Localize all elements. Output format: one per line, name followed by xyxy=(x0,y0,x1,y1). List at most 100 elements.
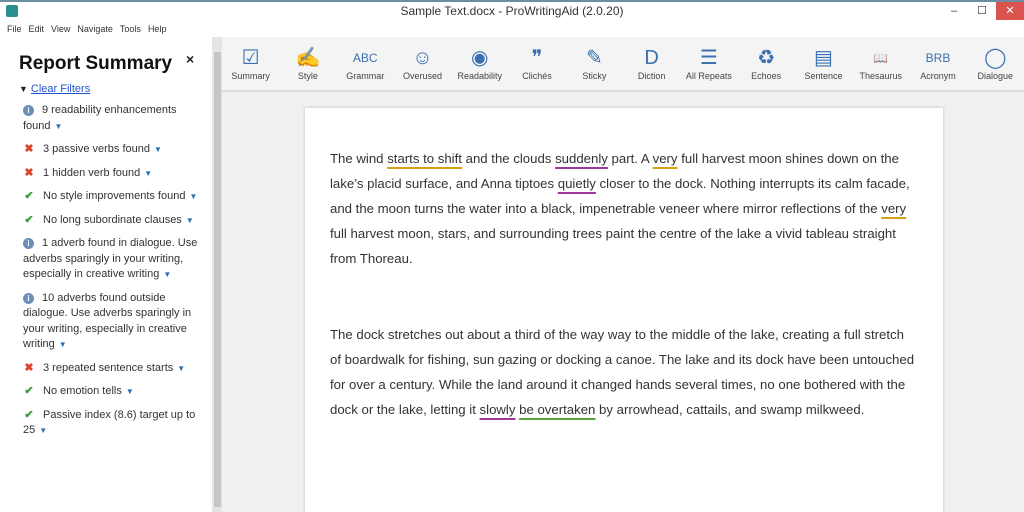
expand-caret-icon[interactable]: ▼ xyxy=(144,169,152,178)
all-repeats-icon: ☰ xyxy=(699,47,718,69)
tool-label: Sentence xyxy=(804,71,843,81)
tool-label: Echoes xyxy=(751,71,782,81)
text-run: by arrowhead, cattails, and swamp milkwe… xyxy=(595,402,865,417)
diction-icon: D xyxy=(644,47,659,69)
tool-acronym[interactable]: BRB Acronym xyxy=(909,37,966,90)
toolbar: ☑ Summary ✍ Style ABC Grammar ☺ Overused ◉ Readab… xyxy=(222,37,1024,92)
text-run: The wind xyxy=(330,151,388,166)
style-icon: ✍ xyxy=(295,47,321,69)
summary-item[interactable]: ✔ No style improvements found ▼ xyxy=(23,189,203,205)
highlighted-issue[interactable]: very xyxy=(881,201,906,216)
sentence-icon: ▤ xyxy=(814,47,833,69)
menu-file[interactable]: File xyxy=(7,24,22,34)
highlighted-issue[interactable]: suddenly xyxy=(555,151,608,166)
menu-edit[interactable]: Edit xyxy=(29,24,45,34)
highlighted-issue[interactable]: quietly xyxy=(558,176,596,191)
menu-navigate[interactable]: Navigate xyxy=(77,24,113,34)
summary-item[interactable]: i1 adverb found in dialogue. Use adverbs… xyxy=(23,236,203,283)
scrollbar-thumb[interactable] xyxy=(214,52,221,507)
tool-label: Overused xyxy=(402,71,442,81)
tool-label: Thesaurus xyxy=(859,71,902,81)
paragraph[interactable]: The wind starts to shift and the clouds … xyxy=(330,146,918,271)
tool-summary[interactable]: ☑ Summary xyxy=(222,37,279,90)
tool-dialogue[interactable]: ◯ Dialogue xyxy=(967,37,1024,90)
document-page[interactable]: The wind starts to shift and the clouds … xyxy=(305,108,943,512)
tool-thesaurus[interactable]: 📖 Thesaurus xyxy=(852,37,909,90)
tool-label: All Repeats xyxy=(685,71,732,81)
tool-sentence[interactable]: ▤ Sentence xyxy=(795,37,852,90)
summary-item[interactable]: ✔ No long subordinate clauses ▼ xyxy=(23,213,203,229)
tool-style[interactable]: ✍ Style xyxy=(279,37,336,90)
tool-sticky[interactable]: ✎ Sticky xyxy=(566,37,623,90)
summary-item-text: Passive index (8.6) target up to 25 xyxy=(23,408,196,437)
summary-icon: ☑ xyxy=(241,47,260,69)
highlighted-issue[interactable]: very xyxy=(653,151,678,166)
highlighted-issue[interactable]: starts to shift xyxy=(387,151,462,166)
maximize-button[interactable]: ☐ xyxy=(968,2,996,20)
expand-caret-icon[interactable]: ▼ xyxy=(154,145,162,154)
clear-filters-link[interactable]: Clear Filters xyxy=(31,83,90,95)
sticky-icon: ✎ xyxy=(585,47,603,69)
expand-caret-icon[interactable]: ▼ xyxy=(55,122,63,131)
info-icon: i xyxy=(23,238,34,249)
summary-item[interactable]: ✖ 1 hidden verb found ▼ xyxy=(23,166,203,182)
check-icon: ✔ xyxy=(24,190,34,202)
tool-overused[interactable]: ☺ Overused xyxy=(394,37,451,90)
summary-item[interactable]: ✔ Passive index (8.6) target up to 25 ▼ xyxy=(23,408,203,439)
panel-title: Report Summary xyxy=(19,53,173,74)
summary-item[interactable]: ✖ 3 passive verbs found ▼ xyxy=(23,142,203,158)
echoes-icon: ♻ xyxy=(757,47,776,69)
summary-item-text: 3 repeated sentence starts xyxy=(43,361,174,374)
text-run: part. A xyxy=(607,151,653,166)
expand-caret-icon[interactable]: ▼ xyxy=(177,364,185,373)
expand-caret-icon[interactable]: ▼ xyxy=(126,387,134,396)
expand-caret-icon[interactable]: ▼ xyxy=(39,426,47,435)
info-icon: i xyxy=(23,105,34,116)
highlighted-issue[interactable]: slowly xyxy=(480,402,516,417)
acronym-icon: BRB xyxy=(925,51,951,65)
summary-item[interactable]: ✔ No emotion tells ▼ xyxy=(23,384,203,400)
close-panel-button[interactable]: × xyxy=(186,51,194,67)
tool-clich-s[interactable]: ❞ Clichés xyxy=(508,37,565,90)
grammar-icon: ABC xyxy=(352,51,378,65)
tool-label: Grammar xyxy=(346,71,385,81)
text-run: and the clouds xyxy=(461,151,556,166)
tool-label: Style xyxy=(297,71,318,81)
expand-caret-icon[interactable]: ▼ xyxy=(186,216,194,225)
summary-item-text: No style improvements found xyxy=(43,190,186,202)
tool-label: Acronym xyxy=(920,71,956,81)
expand-caret-icon[interactable]: ▼ xyxy=(163,270,171,279)
minimize-button[interactable]: ‒ xyxy=(940,2,968,20)
dialogue-icon: ◯ xyxy=(984,47,1007,69)
summary-item-text: 10 adverbs found outside dialogue. Use a… xyxy=(23,291,192,351)
title-bar: Sample Text.docx - ProWritingAid (2.0.20… xyxy=(0,0,1024,20)
menu-bar: File Edit View Navigate Tools Help xyxy=(0,20,1024,37)
cross-icon: ✖ xyxy=(24,361,34,374)
summary-item-text: No emotion tells xyxy=(43,385,122,397)
window-title: Sample Text.docx - ProWritingAid (2.0.20… xyxy=(400,4,624,18)
menu-help[interactable]: Help xyxy=(148,24,167,34)
cross-icon: ✖ xyxy=(24,143,34,155)
summary-item[interactable]: i9 readability enhancements found ▼ xyxy=(23,103,203,134)
thesaurus-icon: 📖 xyxy=(873,51,889,65)
highlighted-issue[interactable]: be overtaken xyxy=(519,402,595,417)
tool-all-repeats[interactable]: ☰ All Repeats xyxy=(680,37,737,90)
menu-tools[interactable]: Tools xyxy=(120,24,141,34)
paragraph[interactable]: The dock stretches out about a third of … xyxy=(330,322,918,422)
close-button[interactable]: ✕ xyxy=(996,2,1024,20)
cross-icon: ✖ xyxy=(24,166,34,179)
tool-diction[interactable]: D Diction xyxy=(623,37,680,90)
overused-icon: ☺ xyxy=(412,47,433,69)
summary-item-text: 9 readability enhancements found xyxy=(23,104,177,132)
expand-caret-icon[interactable]: ▼ xyxy=(59,340,67,349)
summary-item[interactable]: i 10 adverbs found outside dialogue. Use … xyxy=(23,291,203,353)
expand-caret-icon[interactable]: ▼ xyxy=(189,192,197,201)
summary-item-text: 1 hidden verb found xyxy=(43,166,141,179)
menu-view[interactable]: View xyxy=(51,24,70,34)
summary-item[interactable]: ✖ 3 repeated sentence starts ▼ xyxy=(23,361,203,377)
tool-readability[interactable]: ◉ Readability xyxy=(451,37,508,90)
report-summary-panel: Report Summary × ▼ Clear Filters i9 reada… xyxy=(0,37,212,512)
tool-grammar[interactable]: ABC Grammar xyxy=(337,37,394,90)
clich-s-icon: ❞ xyxy=(531,47,543,69)
tool-echoes[interactable]: ♻ Echoes xyxy=(738,37,795,90)
